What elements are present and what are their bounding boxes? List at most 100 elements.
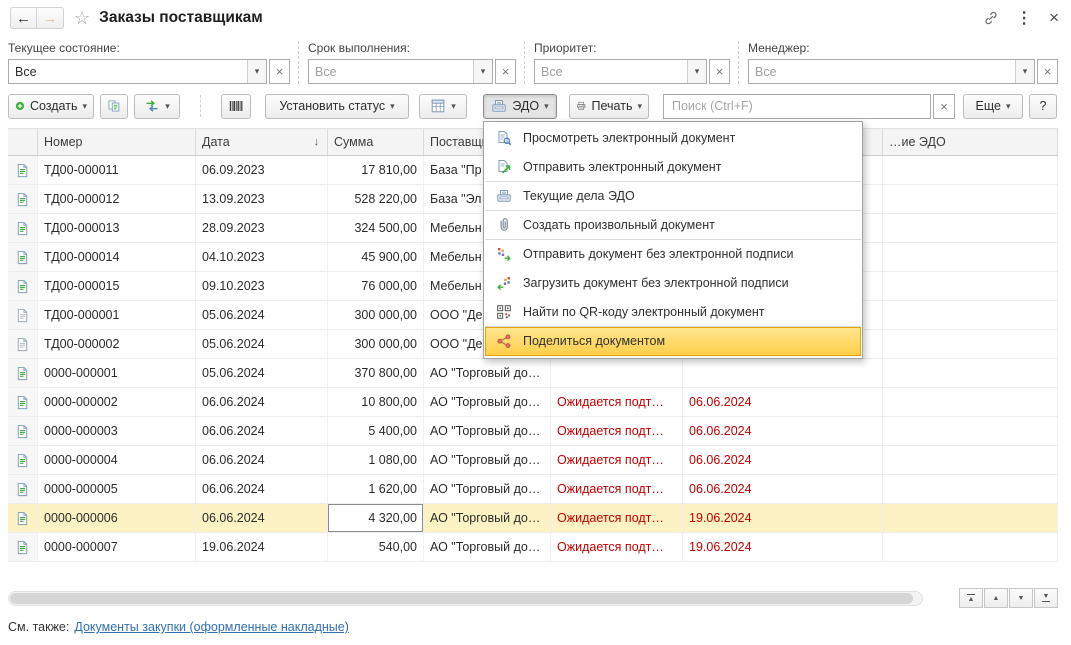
- order-sum-cell[interactable]: 324 500,00: [328, 214, 424, 242]
- clear-search-button[interactable]: ×: [933, 94, 955, 119]
- order-number-cell[interactable]: ТД00-000012: [38, 185, 196, 213]
- edo-extra-cell[interactable]: [883, 185, 1058, 213]
- edo-date-cell[interactable]: 06.06.2024: [683, 475, 883, 503]
- supplier-cell[interactable]: АО "Торговый до…: [424, 504, 551, 532]
- supplier-cell[interactable]: АО "Торговый до…: [424, 359, 551, 387]
- table-row[interactable]: 0000-000006 06.06.2024 4 320,00 АО "Торг…: [8, 504, 1058, 533]
- order-number-cell[interactable]: ТД00-000013: [38, 214, 196, 242]
- scroll-last-button[interactable]: ▼: [1034, 588, 1058, 608]
- edo-status-cell[interactable]: Ожидается подт…: [551, 475, 683, 503]
- filter-input[interactable]: Все ▾: [8, 59, 267, 84]
- scroll-first-button[interactable]: ▲: [959, 588, 983, 608]
- edo-extra-cell[interactable]: [883, 533, 1058, 561]
- horizontal-scrollbar[interactable]: [8, 591, 923, 606]
- edo-extra-cell[interactable]: [883, 243, 1058, 271]
- order-sum-cell[interactable]: 17 810,00: [328, 156, 424, 184]
- table-row[interactable]: 0000-000001 05.06.2024 370 800,00 АО "То…: [8, 359, 1058, 388]
- edo-extra-cell[interactable]: [883, 156, 1058, 184]
- edo-extra-cell[interactable]: [883, 272, 1058, 300]
- print-button[interactable]: Печать ▾: [569, 94, 649, 119]
- order-number-cell[interactable]: ТД00-000014: [38, 243, 196, 271]
- order-sum-cell[interactable]: 45 900,00: [328, 243, 424, 271]
- edo-button[interactable]: ЭДО ▾: [483, 94, 557, 119]
- order-number-cell[interactable]: 0000-000006: [38, 504, 196, 532]
- edo-date-cell[interactable]: [683, 359, 883, 387]
- order-date-cell[interactable]: 05.06.2024: [196, 359, 328, 387]
- supplier-cell[interactable]: АО "Торговый до…: [424, 446, 551, 474]
- clear-filter-button[interactable]: ×: [709, 59, 730, 84]
- order-date-cell[interactable]: 06.06.2024: [196, 504, 328, 532]
- supplier-cell[interactable]: АО "Торговый до…: [424, 388, 551, 416]
- copy-document-button[interactable]: [100, 94, 128, 119]
- help-button[interactable]: ?: [1029, 94, 1057, 119]
- supplier-cell[interactable]: АО "Торговый до…: [424, 417, 551, 445]
- edo-extra-cell[interactable]: [883, 330, 1058, 358]
- order-date-cell[interactable]: 04.10.2023: [196, 243, 328, 271]
- create-button[interactable]: Создать ▾: [8, 94, 94, 119]
- edo-menu-item[interactable]: Отправить документ без электронной подпи…: [485, 240, 861, 269]
- order-number-cell[interactable]: ТД00-000011: [38, 156, 196, 184]
- close-icon[interactable]: ×: [1049, 8, 1059, 28]
- order-sum-cell[interactable]: 4 320,00: [328, 504, 424, 532]
- order-sum-cell[interactable]: 300 000,00: [328, 330, 424, 358]
- edo-status-cell[interactable]: Ожидается подт…: [551, 388, 683, 416]
- edo-extra-cell[interactable]: [883, 446, 1058, 474]
- edo-status-cell[interactable]: Ожидается подт…: [551, 533, 683, 561]
- edo-date-cell[interactable]: 06.06.2024: [683, 388, 883, 416]
- scroll-up-button[interactable]: ▲: [984, 588, 1008, 608]
- header-date[interactable]: Дата ↓: [196, 129, 328, 155]
- edo-extra-cell[interactable]: [883, 301, 1058, 329]
- scroll-down-button[interactable]: ▼: [1009, 588, 1033, 608]
- edo-date-cell[interactable]: 06.06.2024: [683, 446, 883, 474]
- chevron-down-icon[interactable]: ▾: [473, 60, 492, 83]
- edo-extra-cell[interactable]: [883, 504, 1058, 532]
- edo-extra-cell[interactable]: [883, 417, 1058, 445]
- header-icon-column[interactable]: [8, 129, 38, 155]
- table-row[interactable]: 0000-000007 19.06.2024 540,00 АО "Торгов…: [8, 533, 1058, 562]
- order-date-cell[interactable]: 06.06.2024: [196, 388, 328, 416]
- order-number-cell[interactable]: 0000-000001: [38, 359, 196, 387]
- edo-extra-cell[interactable]: [883, 475, 1058, 503]
- barcode-button[interactable]: [221, 94, 251, 119]
- order-sum-cell[interactable]: 300 000,00: [328, 301, 424, 329]
- edo-status-cell[interactable]: Ожидается подт…: [551, 504, 683, 532]
- table-row[interactable]: 0000-000005 06.06.2024 1 620,00 АО "Торг…: [8, 475, 1058, 504]
- edo-date-cell[interactable]: 19.06.2024: [683, 504, 883, 532]
- edo-menu-item[interactable]: Отправить электронный документ: [485, 153, 861, 182]
- table-row[interactable]: 0000-000002 06.06.2024 10 800,00 АО "Тор…: [8, 388, 1058, 417]
- get-link-button[interactable]: [983, 10, 999, 26]
- order-sum-cell[interactable]: 540,00: [328, 533, 424, 561]
- order-date-cell[interactable]: 28.09.2023: [196, 214, 328, 242]
- order-number-cell[interactable]: 0000-000004: [38, 446, 196, 474]
- order-date-cell[interactable]: 19.06.2024: [196, 533, 328, 561]
- scrollbar-thumb[interactable]: [10, 593, 913, 604]
- filter-input[interactable]: Все ▾: [534, 59, 707, 84]
- see-also-link[interactable]: Документы закупки (оформленные накладные…: [74, 620, 349, 634]
- edo-status-cell[interactable]: Ожидается подт…: [551, 446, 683, 474]
- edo-extra-cell[interactable]: [883, 388, 1058, 416]
- order-number-cell[interactable]: ТД00-000002: [38, 330, 196, 358]
- order-date-cell[interactable]: 06.06.2024: [196, 475, 328, 503]
- table-row[interactable]: 0000-000003 06.06.2024 5 400,00 АО "Торг…: [8, 417, 1058, 446]
- exchange-button[interactable]: ▾: [134, 94, 180, 119]
- reports-button[interactable]: ▾: [419, 94, 467, 119]
- favorites-star-icon[interactable]: ☆: [74, 8, 90, 29]
- window-menu-icon[interactable]: ⋮: [1016, 8, 1032, 28]
- more-button[interactable]: Еще ▾: [963, 94, 1023, 119]
- edo-extra-cell[interactable]: [883, 214, 1058, 242]
- supplier-cell[interactable]: АО "Торговый до…: [424, 475, 551, 503]
- chevron-down-icon[interactable]: ▾: [687, 60, 706, 83]
- order-sum-cell[interactable]: 5 400,00: [328, 417, 424, 445]
- order-number-cell[interactable]: ТД00-000015: [38, 272, 196, 300]
- edo-status-cell[interactable]: Ожидается подт…: [551, 417, 683, 445]
- order-date-cell[interactable]: 05.06.2024: [196, 330, 328, 358]
- filter-input[interactable]: Все ▾: [748, 59, 1035, 84]
- header-number[interactable]: Номер: [38, 129, 196, 155]
- order-number-cell[interactable]: 0000-000007: [38, 533, 196, 561]
- edo-menu-item[interactable]: Поделиться документом: [485, 327, 861, 356]
- order-sum-cell[interactable]: 1 620,00: [328, 475, 424, 503]
- order-number-cell[interactable]: 0000-000003: [38, 417, 196, 445]
- order-date-cell[interactable]: 13.09.2023: [196, 185, 328, 213]
- order-number-cell[interactable]: 0000-000002: [38, 388, 196, 416]
- filter-input[interactable]: Все ▾: [308, 59, 493, 84]
